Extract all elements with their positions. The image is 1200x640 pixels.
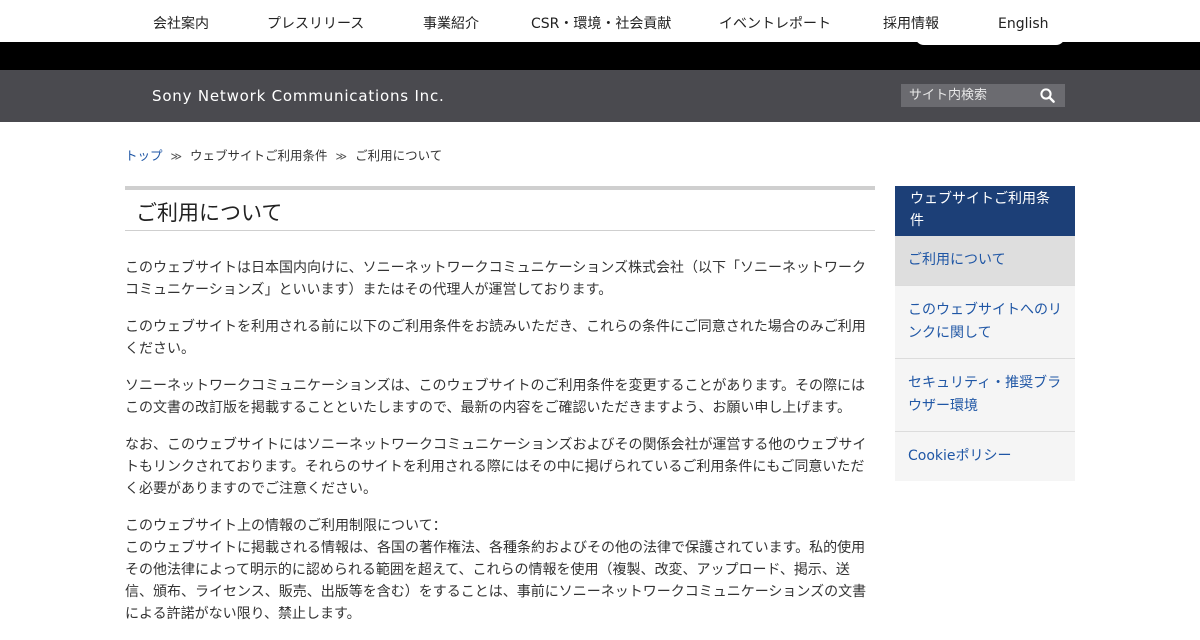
breadcrumb-separator: ≫ <box>335 150 348 163</box>
sidebar-heading[interactable]: ウェブサイトご利用条件 <box>895 186 1075 236</box>
sidebar-item-label: このウェブサイトへのリンクに関して <box>908 302 1062 341</box>
content-body: このウェブサイトは日本国内向けに、ソニーネットワークコミュニケーションズ株式会社… <box>125 257 875 625</box>
paragraph-changes: ソニーネットワークコミュニケーションズは、このウェブサイトのご利用条件を変更する… <box>125 375 875 419</box>
page-title: ご利用について <box>136 201 283 225</box>
nav-item-recruit[interactable]: 採用情報 <box>883 0 939 42</box>
paragraph-line: このウェブサイトに掲載される情報は、各国の著作権法、各種条約およびその他の法律で… <box>125 540 866 556</box>
nav-item-csr[interactable]: CSR・環境・社会貢献 <box>531 0 671 42</box>
paragraph-line: このウェブサイトは日本国内向けに、ソニーネットワークコミュニケーションズ株式会社… <box>125 260 867 276</box>
sidebar-item-label: ご利用について <box>908 252 1006 268</box>
sidebar-item-label: Cookieポリシー <box>908 448 1012 464</box>
main-content: ご利用について このウェブサイトは日本国内向けに、ソニーネットワークコミュニケー… <box>125 186 875 640</box>
company-name[interactable]: Sony Network Communications Inc. <box>152 70 445 122</box>
paragraph-line: ソニーネットワークコミュニケーションズは、このウェブサイトのご利用条件を変更する… <box>125 378 866 394</box>
paragraph-links: なお、このウェブサイトにはソニーネットワークコミュニケーションズおよびその関係会… <box>125 434 875 500</box>
search-input[interactable] <box>901 84 1029 107</box>
sidebar-item-security[interactable]: セキュリティ・推奨ブラウザー環境 <box>895 359 1075 432</box>
brand-bar: Sony Network Communications Inc. <box>0 70 1200 122</box>
site-search <box>901 84 1065 107</box>
breadcrumb-separator: ≫ <box>170 150 183 163</box>
sidebar-item-linking[interactable]: このウェブサイトへのリンクに関して <box>895 286 1075 359</box>
paragraph-line: この文書の改訂版を掲載することといたしますので、最新の内容をご確認いただきますよ… <box>125 400 852 416</box>
top-navigation: 会社案内 プレスリリース 事業紹介 CSR・環境・社会貢献 イベントレポート 採… <box>0 0 1200 42</box>
breadcrumb: トップ ≫ ウェブサイトご利用条件 ≫ ご利用について <box>125 145 442 164</box>
sidebar-item-usage[interactable]: ご利用について <box>895 236 1075 286</box>
paragraph-line: このウェブサイト上の情報のご利用制限について： <box>125 518 447 534</box>
paragraph-line: による許諾がない限り、禁止します。 <box>125 606 361 622</box>
paragraph-usage-restrictions: このウェブサイト上の情報のご利用制限について： このウェブサイトに掲載される情報… <box>125 515 875 625</box>
search-button[interactable] <box>1029 84 1065 107</box>
paragraph-intro: このウェブサイトは日本国内向けに、ソニーネットワークコミュニケーションズ株式会社… <box>125 257 875 301</box>
paragraph-line: このウェブサイトを利用される前に以下のご利用条件をお読みいただき、これらの条件に… <box>125 319 866 335</box>
nav-item-company[interactable]: 会社案内 <box>153 0 209 42</box>
search-icon <box>1039 88 1055 103</box>
paragraph-line: その他法律によって明示的に認められる範囲を超えて、これらの情報を使用（複製、改変… <box>125 562 850 578</box>
paragraph-line: コミュニケーションズ」といいます）またはその代理人が運営しております。 <box>125 282 613 298</box>
nav-item-business[interactable]: 事業紹介 <box>423 0 479 42</box>
paragraph-line: なお、このウェブサイトにはソニーネットワークコミュニケーションズおよびその関係会… <box>125 437 867 453</box>
paragraph-line: く必要がありますのでご注意ください。 <box>125 481 377 497</box>
paragraph-line: ください。 <box>125 341 195 357</box>
paragraph-line: 信、頒布、ライセンス、販売、出版等を含む）をすることは、事前にソニーネットワーク… <box>125 584 867 600</box>
breadcrumb-home-link[interactable]: トップ <box>125 148 163 163</box>
sidebar: ウェブサイトご利用条件 ご利用について このウェブサイトへのリンクに関して セキ… <box>895 186 1075 481</box>
nav-item-event-report[interactable]: イベントレポート <box>719 0 831 42</box>
paragraph-line: トもリンクされております。それらのサイトを利用される際にはその中に掲げられている… <box>125 459 865 475</box>
breadcrumb-current: ご利用について <box>355 148 443 163</box>
page-title-box: ご利用について <box>125 186 875 231</box>
sidebar-item-cookie[interactable]: Cookieポリシー <box>895 432 1075 481</box>
paragraph-consent: このウェブサイトを利用される前に以下のご利用条件をお読みいただき、これらの条件に… <box>125 316 875 360</box>
nav-item-english[interactable]: English <box>998 0 1049 42</box>
breadcrumb-terms: ウェブサイトご利用条件 <box>190 148 328 163</box>
sidebar-item-label: セキュリティ・推奨ブラウザー環境 <box>908 375 1062 414</box>
nav-item-press-release[interactable]: プレスリリース <box>267 0 364 42</box>
